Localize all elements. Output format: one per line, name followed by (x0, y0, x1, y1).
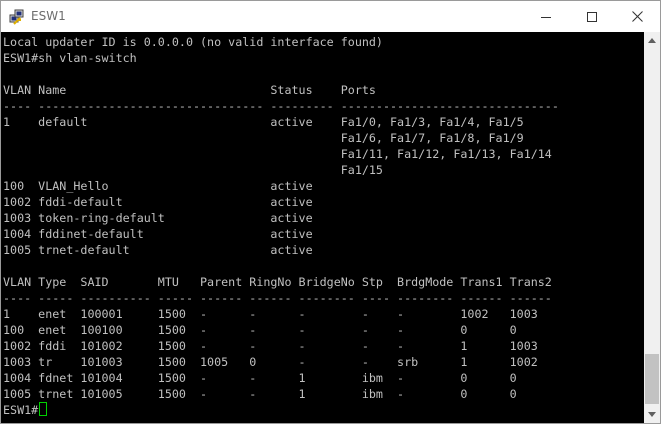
terminal-line: 100 VLAN_Hello active (3, 179, 313, 193)
terminal-line: 100 enet 100100 1500 - - - - - 0 0 (3, 323, 517, 337)
prompt-line[interactable]: ESW1# (3, 402, 559, 418)
terminal-output: Local updater ID is 0.0.0.0 (no valid in… (3, 34, 559, 418)
maximize-icon (587, 11, 597, 22)
terminal-line: 1002 fddi-default active (3, 195, 313, 209)
scrollbar-thumb[interactable] (645, 354, 659, 404)
terminal-line: VLAN Type SAID MTU Parent RingNo BridgeN… (3, 275, 552, 289)
text-cursor (39, 402, 48, 416)
putty-icon[interactable] (9, 9, 25, 25)
scroll-up-arrow-icon (648, 38, 656, 43)
terminal-line: ---- ----- ---------- ----- ------ -----… (3, 291, 552, 305)
terminal-line: 1 default active Fa1/0, Fa1/3, Fa1/4, Fa… (3, 115, 524, 129)
terminal-line: ---- -------------------------------- --… (3, 99, 559, 113)
minimize-button[interactable] (523, 1, 569, 32)
terminal-line: Local updater ID is 0.0.0.0 (no valid in… (3, 35, 383, 49)
close-icon (631, 11, 643, 22)
terminal-line: 1003 token-ring-default active (3, 211, 313, 225)
command-prompt: ESW1# (3, 403, 39, 417)
terminal-line: 1004 fddinet-default active (3, 227, 313, 241)
terminal-line: 1004 fdnet 101004 1500 - - 1 ibm - 0 0 (3, 371, 517, 385)
terminal-area[interactable]: Local updater ID is 0.0.0.0 (no valid in… (1, 32, 644, 423)
terminal-line: Fa1/6, Fa1/7, Fa1/8, Fa1/9 (3, 131, 524, 145)
terminal-line: VLAN Name Status Ports (3, 83, 376, 97)
vertical-scrollbar[interactable] (644, 32, 660, 423)
terminal-line: Fa1/15 (3, 163, 383, 177)
terminal-line: ESW1#sh vlan-switch (3, 51, 137, 65)
title-bar[interactable]: ESW1 (1, 1, 660, 32)
terminal-line: 1005 trnet-default active (3, 243, 313, 257)
maximize-button[interactable] (569, 1, 615, 32)
terminal-line: 1003 tr 101003 1500 1005 0 - - srb 1 100… (3, 355, 538, 369)
terminal-line: 1 enet 100001 1500 - - - - - 1002 1003 (3, 307, 538, 321)
close-button[interactable] (614, 1, 660, 32)
putty-window: ESW1 Local updater ID is 0.0.0.0 (no val… (0, 0, 661, 424)
scroll-down-arrow-icon (648, 412, 656, 417)
scroll-up-button[interactable] (644, 32, 660, 49)
minimize-icon (541, 16, 551, 18)
scroll-down-button[interactable] (644, 406, 660, 423)
window-title: ESW1 (31, 9, 66, 23)
terminal-line: Fa1/11, Fa1/12, Fa1/13, Fa1/14 (3, 147, 552, 161)
terminal-line: 1002 fddi 101002 1500 - - - - - 1 1003 (3, 339, 538, 353)
terminal-line: 1005 trnet 101005 1500 - - 1 ibm - 0 0 (3, 387, 517, 401)
